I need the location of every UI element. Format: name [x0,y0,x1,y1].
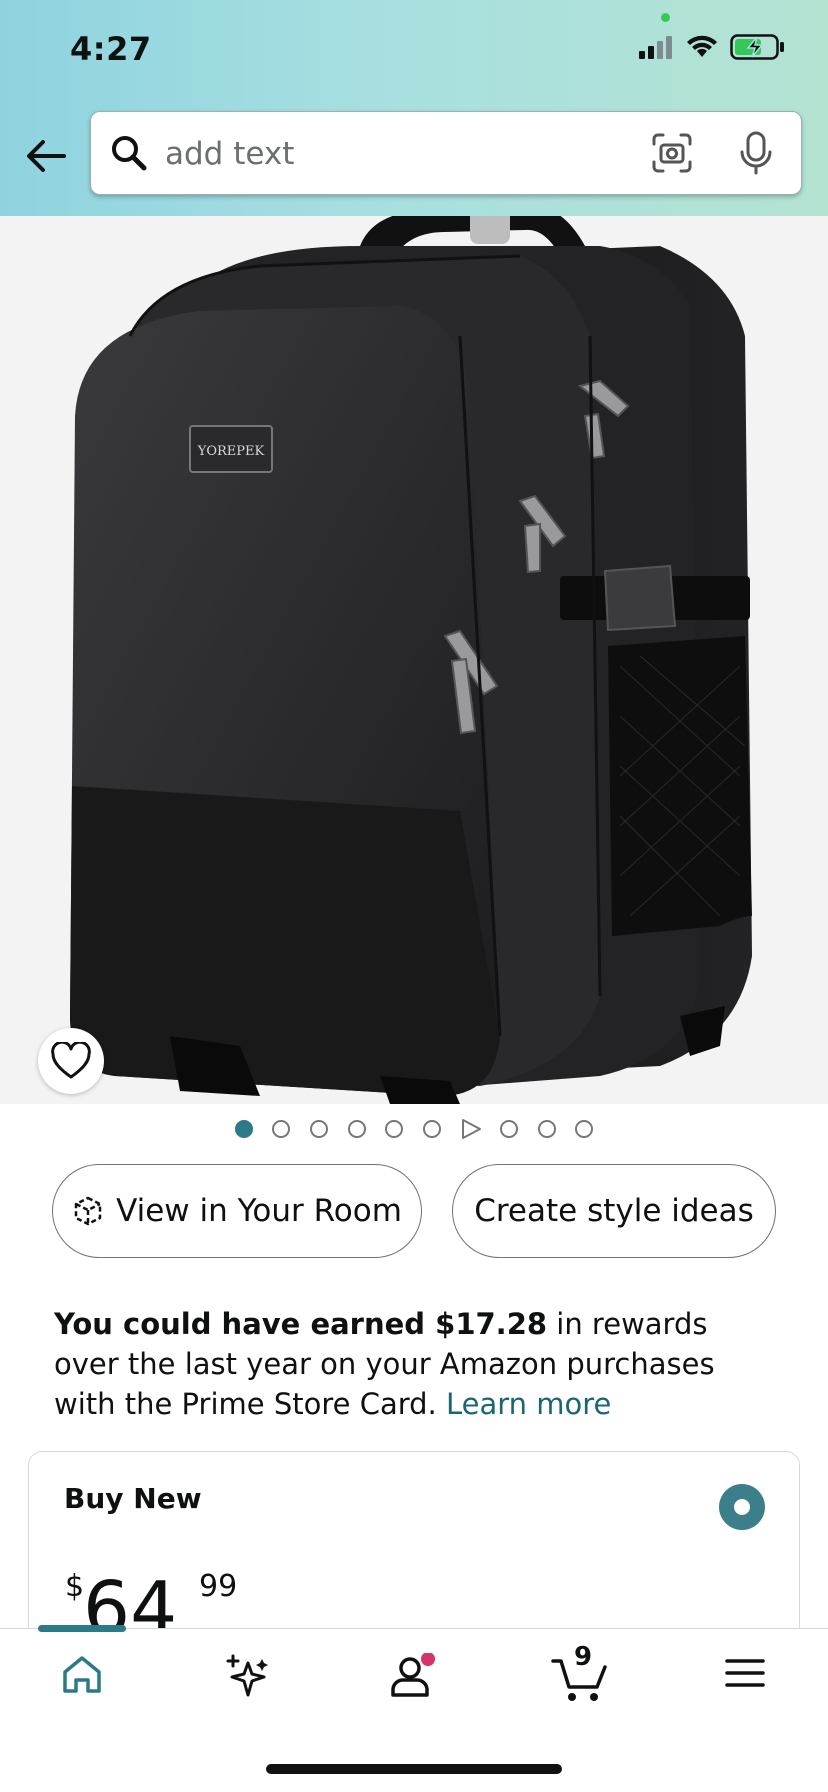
learn-more-link[interactable]: Learn more [446,1387,611,1421]
carousel-dot [423,1120,441,1138]
tab-ai-assistant[interactable] [208,1653,288,1723]
carousel-dot [575,1120,593,1138]
tab-account[interactable] [372,1653,452,1723]
search-bar[interactable] [90,111,802,195]
home-icon [63,1656,101,1693]
brand-label: YOREPEK [197,444,265,459]
view-in-room-label: View in Your Room [116,1193,402,1229]
rewards-amount-text: You could have earned $17.28 [54,1307,548,1341]
carousel-video-play-icon [462,1119,481,1139]
ar-cube-icon [74,1196,102,1226]
wifi-icon [687,35,717,57]
search-icon [112,136,147,171]
status-time: 4:27 [70,30,152,68]
notification-badge [421,1653,435,1666]
carousel-dot [385,1120,403,1138]
carousel-dot [348,1120,366,1138]
view-in-room-button[interactable]: View in Your Room [52,1164,422,1258]
product-photo-backpack: YOREPEK [70,216,752,1104]
price-currency: $ [65,1569,85,1604]
carousel-dots [235,1119,593,1139]
top-header: 4:27 [0,0,828,216]
user-icon [391,1653,435,1697]
battery-charging-icon [730,34,784,60]
signal-icon [639,36,672,59]
hamburger-menu-icon [725,1659,765,1687]
carousel-dot [538,1120,556,1138]
carousel-dot-active [235,1120,253,1138]
tab-home[interactable] [42,1653,122,1723]
search-input[interactable] [163,130,627,178]
sparkle-icon [226,1654,268,1697]
cart-count: 9 [574,1642,593,1672]
rewards-message: You could have earned $17.28 in rewards … [54,1304,774,1424]
create-style-ideas-label: Create style ideas [474,1193,754,1229]
create-style-ideas-button[interactable]: Create style ideas [452,1164,776,1258]
microphone-icon[interactable] [739,130,773,176]
home-indicator [266,1764,562,1774]
carousel-dot [310,1120,328,1138]
active-tab-indicator [38,1625,126,1632]
buy-new-title: Buy New [64,1482,202,1515]
product-image[interactable]: YOREPEK [0,216,828,1104]
tab-menu[interactable] [705,1653,785,1723]
favorite-button[interactable] [38,1028,104,1094]
carousel-dot [272,1120,290,1138]
heart-icon [51,1042,91,1079]
image-carousel-indicator[interactable] [0,1116,828,1142]
price-fraction: 99 [199,1569,238,1604]
privacy-indicator [661,13,670,22]
buy-new-radio[interactable] [719,1484,765,1530]
status-icons [638,34,786,60]
camera-scan-icon[interactable] [651,132,693,174]
back-arrow-icon[interactable] [22,132,72,182]
carousel-dot [500,1120,518,1138]
